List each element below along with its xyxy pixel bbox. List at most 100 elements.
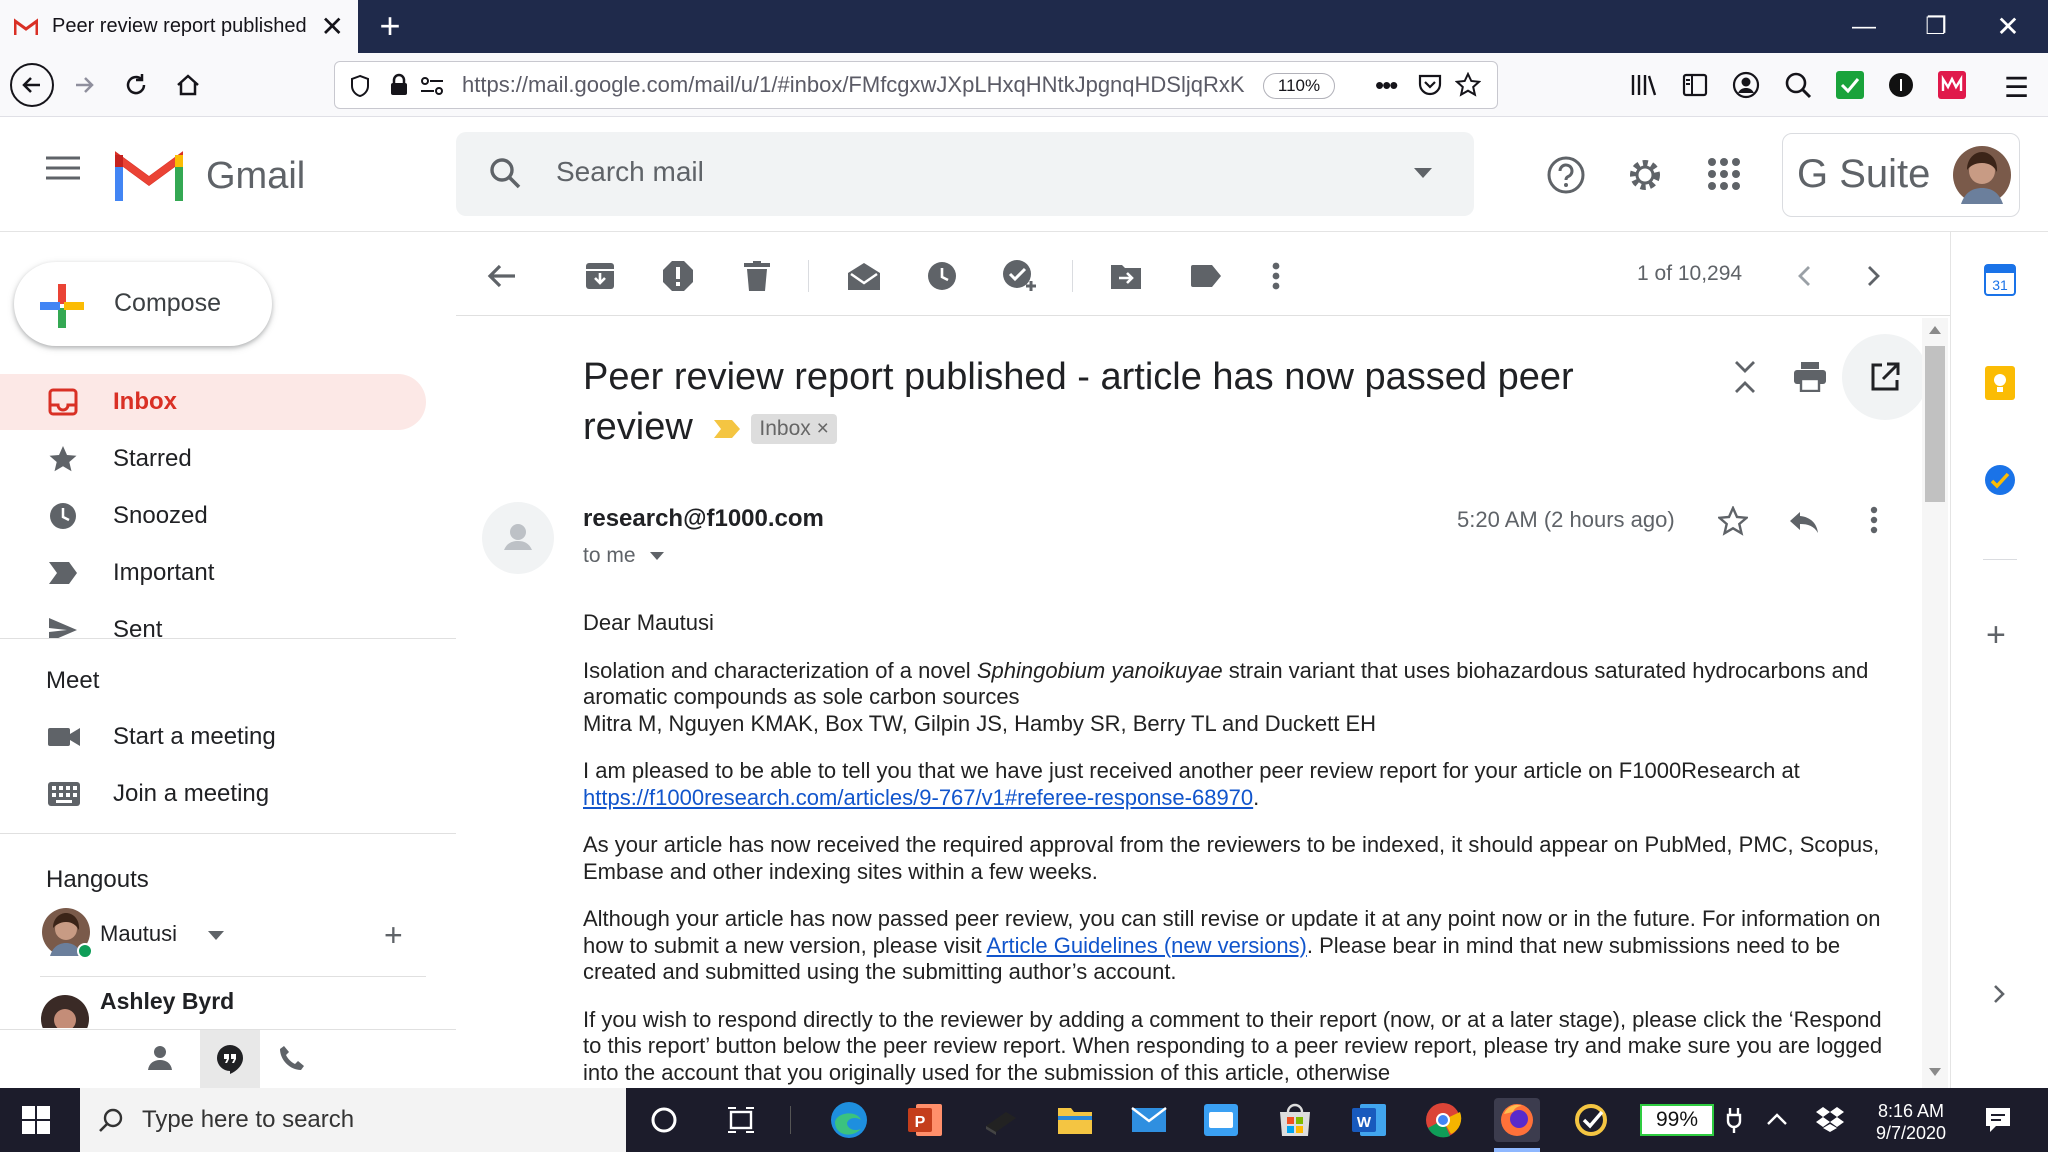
extension-search-icon[interactable] [1784, 71, 1812, 99]
notifications-icon[interactable] [1984, 1106, 2012, 1134]
sidebar-item-join-meeting[interactable]: Join a meeting [0, 766, 426, 822]
back-button[interactable] [10, 63, 54, 107]
sender-email[interactable]: research@f1000.com [583, 505, 824, 533]
scroll-up-icon[interactable] [1929, 326, 1941, 334]
chrome-icon[interactable] [1420, 1098, 1466, 1142]
hangouts-self-avatar[interactable] [40, 906, 92, 958]
minimize-button[interactable]: — [1828, 0, 1900, 53]
contacts-person-icon[interactable] [146, 1044, 174, 1072]
edge-icon[interactable] [826, 1098, 872, 1142]
scrollbar[interactable] [1922, 318, 1948, 1088]
show-panel-chevron-icon[interactable] [1993, 984, 2005, 1004]
apps-grid-icon[interactable] [1707, 157, 1741, 191]
gmail-logo-text[interactable]: Gmail [206, 155, 305, 198]
system-clock[interactable]: 8:16 AM 9/7/2020 [1856, 1100, 1966, 1144]
file-explorer-icon[interactable] [1052, 1098, 1098, 1142]
lock-icon[interactable] [389, 73, 409, 97]
contact-name[interactable]: Ashley Byrd [100, 988, 234, 1015]
article-link[interactable]: https://f1000research.com/articles/9-767… [583, 785, 1253, 810]
home-button[interactable] [166, 63, 210, 107]
power-plug-icon[interactable] [1726, 1106, 1742, 1134]
get-addons-icon[interactable]: + [1986, 618, 2006, 652]
add-to-tasks-button[interactable] [996, 252, 1044, 300]
tab-close-icon[interactable]: ✕ [321, 10, 344, 43]
labels-button[interactable] [1182, 252, 1230, 300]
guidelines-link[interactable]: Article Guidelines (new versions) [987, 933, 1307, 958]
recipient-line[interactable]: to me [583, 544, 636, 568]
gsuite-account-button[interactable]: G Suite [1782, 133, 2020, 217]
avatar[interactable] [1953, 146, 2011, 204]
battery-indicator[interactable]: 99% [1640, 1104, 1714, 1136]
taskbar-search-input[interactable]: Type here to search [142, 1106, 354, 1134]
pocket-icon[interactable] [1417, 73, 1443, 97]
store-icon[interactable] [1272, 1098, 1318, 1142]
firefox-icon[interactable] [1494, 1098, 1540, 1142]
zoom-indicator[interactable]: 110% [1263, 73, 1335, 99]
extension-check-icon[interactable] [1836, 71, 1864, 99]
print-icon[interactable] [1794, 362, 1826, 392]
archive-button[interactable] [576, 252, 624, 300]
move-to-button[interactable] [1102, 252, 1150, 300]
scrollbar-thumb[interactable] [1925, 346, 1945, 502]
newer-button[interactable] [1780, 252, 1828, 300]
sidebar-item-sent[interactable]: Sent [0, 602, 426, 638]
important-marker-icon[interactable] [713, 419, 741, 439]
keep-icon[interactable] [1985, 366, 2015, 400]
tasks-icon[interactable] [1984, 464, 2016, 496]
menu-icon[interactable]: ☰ [2004, 71, 2029, 104]
star-message-icon[interactable] [1718, 506, 1748, 536]
back-to-inbox-button[interactable] [478, 252, 526, 300]
delete-button[interactable] [733, 252, 781, 300]
permissions-icon[interactable] [419, 75, 445, 97]
norton-icon[interactable] [1568, 1098, 1614, 1142]
status-dropdown-icon[interactable] [208, 931, 224, 940]
compose-button[interactable]: Compose [14, 262, 272, 346]
sender-avatar[interactable] [482, 502, 554, 574]
recipient-details-icon[interactable] [650, 552, 664, 560]
window-close-button[interactable]: ✕ [1972, 0, 2044, 53]
page-actions-icon[interactable]: ••• [1375, 70, 1398, 101]
calendar-icon[interactable]: 31 [1984, 264, 2016, 296]
library-icon[interactable] [1630, 73, 1658, 97]
sidebar-item-start-meeting[interactable]: Start a meeting [0, 709, 426, 765]
inbox-label-chip[interactable]: Inbox × [751, 413, 837, 444]
task-view-icon[interactable] [726, 1106, 756, 1134]
add-contact-icon[interactable]: + [384, 919, 403, 951]
snooze-button[interactable] [918, 252, 966, 300]
sidebar-item-starred[interactable]: Starred [0, 431, 426, 487]
hangouts-tab-active[interactable] [200, 1030, 260, 1088]
bookmark-star-icon[interactable] [1455, 72, 1481, 98]
browser-tab[interactable]: Peer review report published - ✕ [0, 0, 358, 53]
sidebar-toggle-icon[interactable] [1682, 73, 1708, 97]
extension-1password-icon[interactable] [1888, 72, 1914, 98]
taskbar-search-box[interactable]: Type here to search [80, 1088, 626, 1152]
new-tab-button[interactable]: + [368, 4, 412, 48]
windows-start-icon[interactable] [22, 1106, 50, 1134]
more-options-button[interactable] [1252, 252, 1300, 300]
chat-app-icon[interactable] [1198, 1098, 1244, 1142]
remove-label-icon[interactable]: × [817, 417, 829, 440]
sidebar-item-important[interactable]: Important [0, 545, 426, 601]
app-icon[interactable] [978, 1098, 1024, 1142]
search-icon[interactable] [488, 156, 522, 190]
extension-red-icon[interactable] [1938, 71, 1966, 99]
shield-icon[interactable] [349, 74, 371, 98]
sidebar-item-snoozed[interactable]: Snoozed [0, 488, 426, 544]
search-input[interactable]: Search mail [556, 156, 704, 188]
word-icon[interactable]: W [1346, 1098, 1392, 1142]
report-spam-button[interactable] [654, 252, 702, 300]
message-more-icon[interactable] [1870, 506, 1878, 534]
url-bar[interactable]: https://mail.google.com/mail/u/1/#inbox/… [334, 61, 1498, 109]
dropbox-icon[interactable] [1816, 1106, 1844, 1132]
mail-app-icon[interactable] [1126, 1098, 1172, 1142]
expand-all-icon[interactable] [1734, 360, 1756, 394]
contact-avatar[interactable] [40, 994, 90, 1028]
forward-button[interactable] [62, 63, 106, 107]
gmail-logo-icon[interactable] [114, 151, 184, 201]
main-menu-icon[interactable] [46, 155, 80, 181]
phone-icon[interactable] [278, 1044, 306, 1072]
cortana-icon[interactable] [650, 1106, 678, 1134]
open-in-new-window-button[interactable] [1842, 334, 1928, 420]
hangouts-self-name[interactable]: Mautusi [100, 921, 177, 947]
mark-unread-button[interactable] [840, 252, 888, 300]
